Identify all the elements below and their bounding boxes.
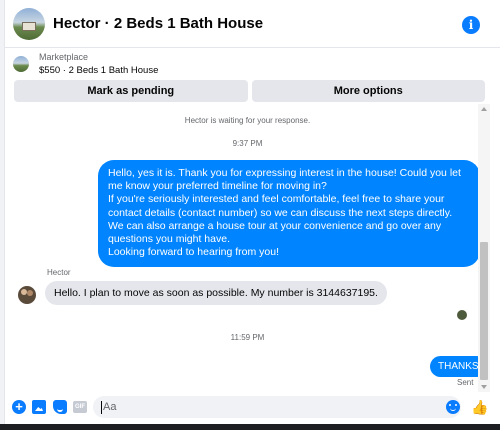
mark-as-pending-button[interactable]: Mark as pending: [14, 80, 248, 102]
bottom-edge: [0, 424, 500, 430]
waiting-notice: Hector is waiting for your response.: [184, 116, 311, 125]
sender-avatar[interactable]: [18, 286, 36, 304]
listing-label: Marketplace: [39, 52, 89, 62]
timestamp: 11:59 PM: [230, 333, 265, 342]
info-icon[interactable]: i: [462, 16, 480, 34]
message-composer: + GIF 👍: [5, 392, 500, 422]
listing-avatar[interactable]: [13, 7, 45, 40]
message-scrollbar[interactable]: [478, 104, 490, 392]
scroll-up-icon[interactable]: [481, 107, 487, 111]
message-input[interactable]: [93, 396, 461, 418]
outgoing-message-bubble[interactable]: Hello, yes it is. Thank you for expressi…: [98, 160, 480, 268]
scroll-down-icon[interactable]: [481, 385, 487, 389]
listing-text: Marketplace $550 · 2 Beds 1 Bath House: [39, 51, 158, 77]
listing-thumbnail: [13, 56, 29, 72]
gif-icon[interactable]: GIF: [73, 401, 87, 413]
emoji-icon[interactable]: [446, 400, 460, 414]
sender-name: Hector: [47, 268, 71, 277]
message-paragraph: Hello, yes it is. Thank you for expressi…: [108, 167, 461, 193]
listing-title: $550 · 2 Beds 1 Bath House: [39, 65, 159, 76]
messenger-window: Hector · 2 Beds 1 Bath House i Marketpla…: [0, 0, 500, 430]
scrollbar-thumb[interactable]: [480, 242, 488, 380]
text-cursor: [101, 401, 102, 414]
sent-status: Sent: [457, 378, 474, 387]
more-options-button[interactable]: More options: [251, 80, 485, 102]
house-icon: [22, 21, 36, 31]
marketplace-listing[interactable]: Marketplace $550 · 2 Beds 1 Bath House: [5, 49, 500, 79]
photo-icon[interactable]: [32, 400, 46, 414]
message-paragraph: Looking forward to hearing from you!: [108, 246, 280, 259]
timestamp: 9:37 PM: [232, 139, 263, 148]
chat-title[interactable]: Hector · 2 Beds 1 Bath House: [53, 15, 263, 32]
sticker-icon[interactable]: [53, 400, 67, 414]
chat-header: Hector · 2 Beds 1 Bath House i: [5, 0, 500, 48]
listing-actions: Mark as pending More options: [14, 80, 485, 102]
incoming-message-bubble[interactable]: Hello. I plan to move as soon as possibl…: [45, 281, 387, 305]
message-paragraph: If you're seriously interested and feel …: [108, 193, 453, 246]
message-list: Hector is waiting for your response. 9:3…: [5, 106, 490, 390]
seen-indicator-avatar: [457, 310, 467, 320]
plus-icon[interactable]: +: [12, 400, 26, 414]
thumbs-up-icon[interactable]: 👍: [471, 400, 488, 414]
